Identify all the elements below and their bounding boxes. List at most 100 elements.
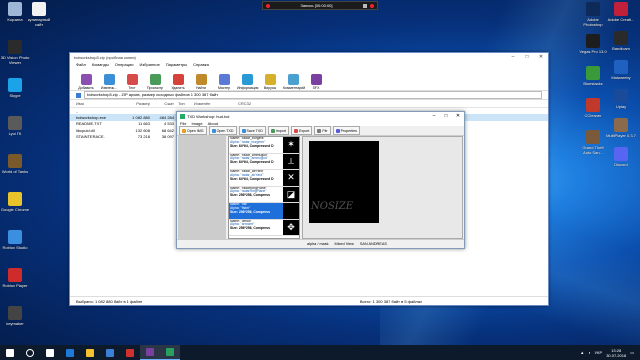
desktop-icon[interactable]: Skype [0,78,30,98]
winrar-titlebar[interactable]: txdworkshop5.zip (пробная копия) – □ ✕ [70,53,548,61]
menu-item-операции[interactable]: Операции [115,62,134,67]
toolbar-button[interactable]: Извлечь... [99,74,119,90]
toolbar-button[interactable]: Тест [122,74,142,90]
menu-item-параметры[interactable]: Параметры [166,62,187,67]
app-icon [8,40,22,54]
txd-toolbar-button[interactable]: Export [291,126,313,135]
texture-thumbnail [283,203,299,219]
toolbar-button[interactable]: Добавить [76,74,96,90]
menu-item-about[interactable]: About [208,121,218,126]
texture-thumbnail: ✶ [283,137,299,153]
menu-item-image[interactable]: Image [191,121,202,126]
close-button[interactable]: ✕ [534,54,548,60]
toolbar-button-label: Мастер [217,86,231,90]
notifications-icon[interactable]: ▭ [630,350,634,355]
column-header[interactable]: Размер [126,101,150,106]
desktop-icon[interactable]: Adobe Photoshop [578,2,608,27]
taskbar-task-view[interactable] [40,345,60,360]
toolbar-button[interactable]: Мастер [214,74,234,90]
app-icon [8,116,22,130]
txd-toolbar-button[interactable]: Open IMG [179,126,207,135]
desktop-icon[interactable]: Vegas Pro 13.0 [578,34,608,54]
taskbar-winrar[interactable] [140,345,160,360]
toolbar-button[interactable]: SFX [306,74,326,90]
desktop-icon[interactable]: World of Tanks [0,154,30,174]
app-icon [8,306,22,320]
menu-item-file[interactable]: File [180,121,186,126]
menu-item-файл[interactable]: Файл [76,62,86,67]
desktop-icon[interactable]: Bandicam [606,31,636,51]
desktop-icon[interactable]: Adobe Creati... [606,2,636,22]
txd-app-icon [180,113,185,119]
column-header[interactable]: Имя [70,101,126,106]
desktop-icon[interactable]: кулинарный сайт [24,2,54,27]
taskbar-bandicam[interactable] [120,345,140,360]
desktop-icon[interactable]: Discord [606,147,636,167]
texture-item[interactable]: Name: "arrow" Alpha: "arrowm" Size: 256*25… [229,219,299,236]
desktop-icon[interactable]: keymaker [0,306,30,326]
desktop-icon[interactable]: Malwareby [606,60,636,80]
desktop-icon[interactable]: 3D Vision Photo Viewer [0,40,30,65]
minimize-button[interactable]: – [428,113,440,119]
status-field: alpha / mask [307,242,329,246]
txd-toolbar-button[interactable]: Open TXD [208,126,237,135]
taskbar-store[interactable] [100,345,120,360]
column-header[interactable]: Тип [174,101,190,106]
txd-toolbar-button[interactable]: Fltr [314,126,331,135]
taskbar-start[interactable] [0,345,20,360]
minimize-button[interactable]: – [506,54,520,60]
column-header[interactable]: CRC32 [234,101,268,106]
close-button[interactable]: ✕ [452,113,464,119]
taskbar-txd-workshop[interactable] [160,345,180,360]
desktop-icon[interactable]: Grand Theft Auto San... [578,130,608,155]
menu-item-команды[interactable]: Команды [92,62,109,67]
toolbar-button[interactable]: Комментарий [283,74,305,90]
desktop-icon[interactable]: Roblox Studio [0,230,30,250]
txd-title: TXD Workshop: hud.txd [187,113,230,119]
texture-item[interactable]: Name: "fist" Alpha: "fistm" Size: 256*256,… [229,203,299,220]
desktop-icon[interactable]: Google Chrome [0,192,30,212]
toolbar-button[interactable]: Просмотр [145,74,165,90]
column-header[interactable]: Сжат [150,101,174,106]
toolbar-button[interactable]: Вирусы [260,74,280,90]
preview-watermark: NOSIZE [311,201,353,212]
texture-item[interactable]: Name: "radar_airYard" Alpha: "radar_airYa… [229,170,299,187]
record-button-icon[interactable] [370,3,374,8]
desktop-icon[interactable]: Lyui ГК [0,116,30,136]
network-icon[interactable]: ▲ [580,350,584,355]
language-indicator[interactable]: УКР [595,350,603,355]
toolbar-button[interactable]: Удалить [168,74,188,90]
txd-toolbar-button[interactable]: Save TXD [238,126,266,135]
archive-path[interactable]: txdworkshop5.zip - ZIP архив, размер исх… [84,91,542,99]
stop-icon[interactable] [363,3,367,8]
texture-item[interactable]: Name: "radarRingPlane" Alpha: "radarRingP… [229,186,299,203]
recording-bar[interactable]: Запись [00:00:00] [262,1,378,10]
taskbar-explorer[interactable] [80,345,100,360]
column-header[interactable]: Изменён [190,101,234,106]
texture-item[interactable]: Name: "radar_burgers" Alpha: "radar_burge… [229,137,299,154]
taskbar-edge[interactable] [60,345,80,360]
desktop-icon[interactable]: MultiPlayer 0.3.7 [606,118,636,138]
desktop-icon[interactable]: Roblox Player [0,268,30,288]
app-icon [586,98,600,112]
desktop-icon[interactable]: CCleaner [578,98,608,118]
toolbar-button[interactable]: Информация [237,74,258,90]
taskbar-search[interactable] [20,345,40,360]
toolbar-icon [335,128,340,133]
folder-up-icon[interactable] [76,92,81,98]
maximize-button[interactable]: □ [440,113,452,119]
menu-item-избранное[interactable]: Избранное [140,62,160,67]
txd-toolbar-button[interactable]: Properties [332,126,360,135]
maximize-button[interactable]: □ [520,54,534,60]
volume-icon[interactable]: ◖ [588,350,590,355]
desktop-icon[interactable]: Bluestacks [578,66,608,86]
toolbar-button[interactable]: Найти [191,74,211,90]
txd-toolbar-button[interactable]: Import [267,126,289,135]
texture-item[interactable]: Name: "radar_ammugun" Alpha: "radar_ammug… [229,153,299,170]
desktop-icon[interactable]: Uplay [606,89,636,109]
clock[interactable]: 13:28 30.07.2018 [606,348,626,358]
texture-list: Name: "radar_burgers" Alpha: "radar_burge… [228,136,300,239]
desktop-icon-label: Grand Theft Auto San... [582,145,604,155]
menu-item-справка[interactable]: Справка [193,62,209,67]
txd-titlebar[interactable]: TXD Workshop: hud.txd – □ ✕ [177,112,464,120]
